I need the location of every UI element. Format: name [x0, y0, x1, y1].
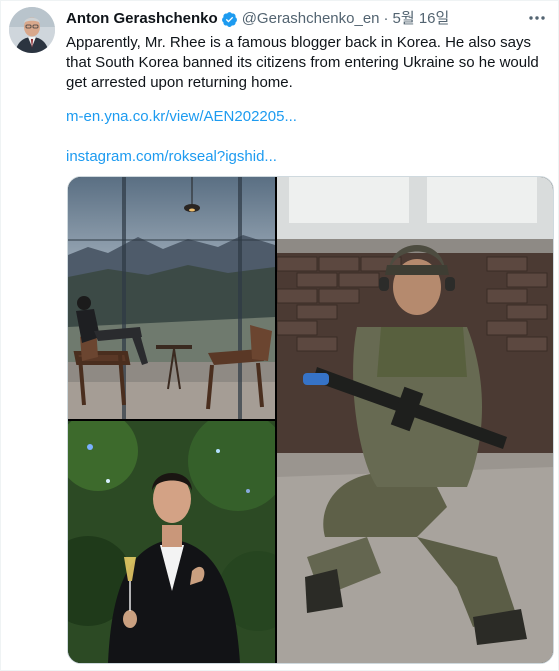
tweet-text: Apparently, Mr. Rhee is a famous blogger…	[66, 34, 539, 91]
photo-soldier-seated-with-rifle[interactable]	[277, 177, 553, 663]
more-options-icon[interactable]	[526, 9, 548, 27]
author-handle[interactable]: @Gerashchenko_en	[242, 9, 380, 29]
photo-man-in-tuxedo-with-champagne[interactable]	[68, 421, 275, 663]
photo-man-seated-by-window[interactable]	[68, 177, 275, 419]
author-avatar[interactable]	[9, 7, 55, 53]
media-grid	[67, 176, 554, 664]
header-separator: ·	[383, 10, 389, 27]
tweet-link-instagram[interactable]: instagram.com/rokseal?igshid...	[66, 147, 277, 167]
tweet-link-yonhap[interactable]: m-en.yna.co.kr/view/AEN202205...	[66, 107, 297, 127]
verified-badge-icon	[221, 11, 237, 27]
tweet-card[interactable]: Anton Gerashchenko @Gerashchenko_en · 5월…	[0, 0, 559, 671]
author-name[interactable]: Anton Gerashchenko	[66, 9, 218, 29]
tweet-header: Anton Gerashchenko @Gerashchenko_en · 5월…	[66, 9, 449, 29]
tweet-date[interactable]: 5월 16일	[393, 9, 450, 29]
avatar-portrait-image	[9, 7, 55, 53]
